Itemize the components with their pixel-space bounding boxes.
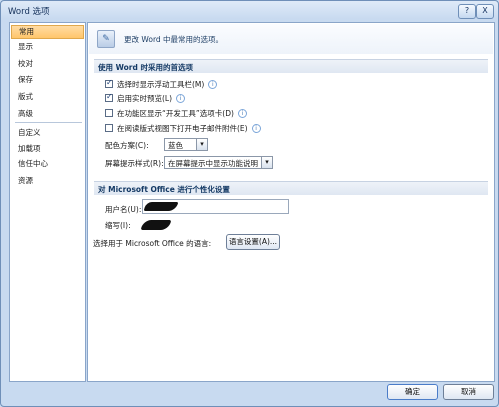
select-value: 在屏幕提示中显示功能说明 — [168, 159, 258, 168]
chevron-down-icon[interactable]: ▾ — [196, 139, 207, 150]
info-icon: i — [237, 108, 247, 118]
language-settings-button[interactable]: 语言设置(A)... — [226, 234, 280, 250]
option-row[interactable]: 启用实时预览(L) i — [105, 92, 186, 104]
redacted-initials — [140, 220, 172, 230]
sidebar-item-layout[interactable]: 版式 — [11, 90, 84, 104]
ok-button[interactable]: 确定 — [387, 384, 438, 400]
section-word-preferences: 使用 Word 时采用的首选项 — [94, 59, 488, 73]
option-label: 选择时显示浮动工具栏(M) — [117, 79, 205, 89]
sidebar: 常用 显示 校对 保存 版式 高级 自定义 加载项 信任中心 资源 — [9, 22, 86, 382]
sidebar-item-advanced[interactable]: 高级 — [11, 107, 84, 121]
word-options-dialog: Word 选项 ? X 常用 显示 校对 保存 版式 高级 自定义 加载项 信任… — [0, 0, 499, 407]
username-field[interactable] — [142, 199, 289, 214]
sidebar-item-addins[interactable]: 加载项 — [11, 142, 84, 156]
checkbox-floating-toolbar[interactable] — [105, 78, 113, 88]
close-button[interactable]: X — [476, 4, 494, 19]
sidebar-item-common[interactable]: 常用 — [11, 25, 84, 39]
title-bar: Word 选项 ? X — [1, 1, 498, 21]
window-title: Word 选项 — [8, 7, 50, 17]
sidebar-item-resources[interactable]: 资源 — [11, 174, 84, 188]
color-scheme-select[interactable]: 蓝色 ▾ — [164, 138, 208, 151]
option-label: 启用实时预览(L) — [117, 93, 173, 103]
checkbox-live-preview[interactable] — [105, 92, 113, 102]
initials-label: 缩写(I): — [105, 221, 131, 230]
option-label: 在功能区显示“开发工具”选项卡(D) — [117, 108, 234, 118]
section-personalize: 对 Microsoft Office 进行个性化设置 — [94, 181, 488, 195]
option-label: 在阅读版式视图下打开电子邮件附件(E) — [117, 123, 248, 133]
screen-tip-label: 屏幕提示样式(R): — [105, 159, 164, 168]
option-row[interactable]: 选择时显示浮动工具栏(M) i — [105, 78, 218, 90]
sidebar-separator — [15, 122, 82, 123]
info-icon: i — [208, 79, 218, 89]
username-label: 用户名(U): — [105, 205, 142, 214]
redacted-mark — [143, 202, 179, 211]
checkbox-developer-tab[interactable] — [105, 109, 113, 117]
color-scheme-label: 配色方案(C): — [105, 141, 149, 150]
help-button[interactable]: ? — [458, 4, 476, 19]
checkbox-open-attachments[interactable] — [105, 124, 113, 132]
panel-header: ✎ 更改 Word 中最常用的选项。 — [89, 24, 493, 54]
option-row[interactable]: 在阅读版式视图下打开电子邮件附件(E) i — [105, 122, 261, 134]
select-value: 蓝色 — [168, 141, 183, 150]
cancel-button[interactable]: 取消 — [443, 384, 494, 400]
option-row[interactable]: 在功能区显示“开发工具”选项卡(D) i — [105, 107, 247, 119]
panel-header-text: 更改 Word 中最常用的选项。 — [124, 35, 224, 44]
sidebar-item-display[interactable]: 显示 — [11, 40, 84, 54]
sidebar-item-customize[interactable]: 自定义 — [11, 126, 84, 140]
screen-tip-select[interactable]: 在屏幕提示中显示功能说明 ▾ — [164, 156, 273, 169]
chevron-down-icon[interactable]: ▾ — [261, 157, 272, 168]
section-title: 对 Microsoft Office 进行个性化设置 — [98, 185, 230, 194]
language-label: 选择用于 Microsoft Office 的语言: — [93, 239, 212, 248]
info-icon: i — [176, 93, 186, 103]
main-panel: ✎ 更改 Word 中最常用的选项。 使用 Word 时采用的首选项 选择时显示… — [87, 22, 495, 382]
section-title: 使用 Word 时采用的首选项 — [98, 63, 193, 72]
sidebar-item-save[interactable]: 保存 — [11, 73, 84, 87]
sidebar-item-proofing[interactable]: 校对 — [11, 57, 84, 71]
sidebar-item-trust-center[interactable]: 信任中心 — [11, 157, 84, 171]
info-icon: i — [251, 123, 261, 133]
pencil-icon: ✎ — [97, 30, 115, 48]
